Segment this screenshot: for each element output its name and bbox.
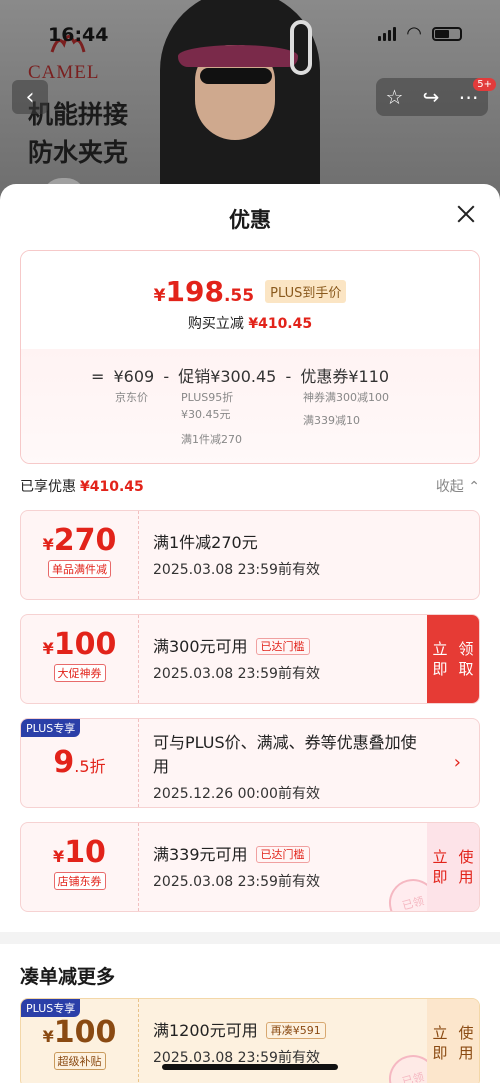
coupon-detail: 神券满300减100 满339减10 bbox=[303, 391, 389, 427]
status-time: 16:44 bbox=[48, 24, 109, 46]
chevron-left-icon: ‹ bbox=[25, 84, 35, 110]
coupon-title: 满1件减270元 bbox=[153, 533, 258, 552]
close-icon[interactable] bbox=[454, 202, 478, 226]
coupon-amount: ¥10 bbox=[53, 835, 106, 870]
collapse-button[interactable]: 收起 ⌃ bbox=[436, 476, 480, 496]
coupon-type: 店铺东券 bbox=[53, 872, 106, 890]
coupon-title: 可与PLUS价、满减、券等优惠叠加使用 bbox=[153, 733, 417, 776]
coupon-type: 大促神券 bbox=[53, 664, 106, 682]
star-icon[interactable]: ☆ bbox=[386, 85, 404, 109]
coupon-title: 满339元可用 已达门槛 bbox=[153, 843, 419, 867]
section-divider bbox=[0, 932, 500, 944]
claim-now-button[interactable]: 立即 领取 bbox=[427, 615, 479, 703]
coupon-amount: ¥270 bbox=[42, 523, 117, 558]
more-discount-title: 凑单减更多 bbox=[20, 966, 116, 988]
instant-discount: 购买立减 ¥410.45 bbox=[187, 316, 313, 332]
coupon-validity: 2025.12.26 00:00前有效 bbox=[153, 786, 320, 802]
discount-sheet: 优惠 ¥198.55 PLUS到手价 购买立减 ¥410.45 = ¥609 -… bbox=[0, 184, 500, 1083]
sheet-title: 优惠 bbox=[229, 208, 271, 232]
plus-price-tag: PLUS到手价 bbox=[265, 280, 347, 303]
coupon-type: 单品满件减 bbox=[48, 560, 111, 578]
plus-discount-card[interactable]: PLUS专享 9.5折 可与PLUS价、满减、券等优惠叠加使用 2025.12.… bbox=[20, 718, 480, 808]
coupon-title: 满300元可用 已达门槛 bbox=[153, 635, 419, 659]
use-now-button[interactable]: 立即 使用 bbox=[427, 999, 479, 1083]
coupon-validity: 2025.03.08 23:59前有效 bbox=[153, 666, 320, 682]
back-button[interactable]: ‹ bbox=[12, 80, 48, 114]
coupon-title: 满1200元可用 再凑¥591 bbox=[153, 1019, 419, 1043]
enjoyed-discount-row: 已享优惠 ¥410.45 收起 ⌃ bbox=[20, 476, 480, 498]
coupon-card: PLUS专享 ¥100 超级补贴 满1200元可用 再凑¥591 2025.03.… bbox=[20, 998, 480, 1083]
coupon-card: ¥100 大促神券 满300元可用 已达门槛 2025.03.08 23:59前有… bbox=[20, 614, 480, 704]
coupon-validity: 2025.03.08 23:59前有效 bbox=[153, 562, 320, 578]
price-formula: = ¥609 - 促销¥300.45 - 优惠券¥110 bbox=[91, 367, 390, 386]
wifi-icon: ◠ bbox=[406, 23, 422, 44]
threshold-badge: 已达门槛 bbox=[255, 846, 310, 863]
coupon-amount: ¥100 bbox=[42, 627, 117, 662]
threshold-badge: 已达门槛 bbox=[255, 638, 310, 655]
top-action-bar: ☆ ↪ ⋯ bbox=[376, 78, 488, 116]
jd-price-label: 京东价 bbox=[115, 391, 148, 404]
final-price: ¥198.55 bbox=[153, 275, 255, 308]
share-icon[interactable]: ↪ bbox=[423, 85, 440, 109]
message-badge: 5+ bbox=[473, 78, 496, 91]
price-summary-card: ¥198.55 PLUS到手价 购买立减 ¥410.45 = ¥609 - 促销… bbox=[20, 250, 480, 464]
chevron-right-icon: › bbox=[453, 752, 461, 773]
use-now-button[interactable]: 立即 使用 bbox=[427, 823, 479, 911]
home-indicator[interactable] bbox=[162, 1064, 338, 1070]
promo-detail: PLUS95折 ¥30.45元 满1件减270 bbox=[181, 391, 242, 446]
status-bar: 16:44 ◠ bbox=[0, 0, 500, 54]
coupon-card: ¥270 单品满件减 满1件减270元 2025.03.08 23:59前有效 bbox=[20, 510, 480, 600]
battery-icon bbox=[432, 27, 462, 41]
coupon-amount: ¥100 bbox=[42, 1015, 117, 1050]
coupon-card: ¥10 店铺东券 满339元可用 已达门槛 2025.03.08 23:59前有效… bbox=[20, 822, 480, 912]
add-on-badge: 再凑¥591 bbox=[265, 1022, 326, 1039]
coupon-amount: 9.5折 bbox=[53, 745, 106, 780]
coupon-validity: 2025.03.08 23:59前有效 bbox=[153, 874, 320, 890]
signal-icon bbox=[378, 27, 397, 41]
coupon-type: 超级补贴 bbox=[53, 1052, 106, 1070]
